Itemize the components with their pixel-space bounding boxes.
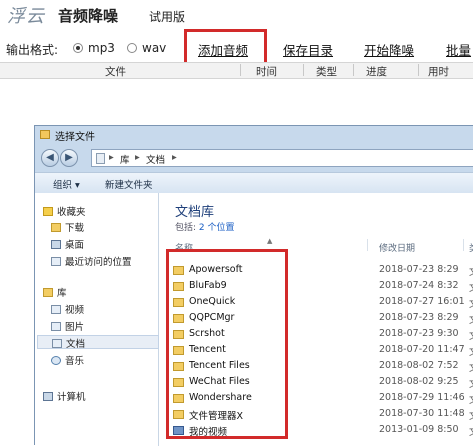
- video-icon: [51, 305, 61, 314]
- forward-button[interactable]: ▶: [60, 149, 78, 167]
- app-logo: 浮云: [7, 6, 45, 27]
- output-format-label: 输出格式:: [6, 43, 59, 57]
- breadcrumb-library[interactable]: 库: [120, 152, 130, 166]
- column-separator: [303, 64, 304, 76]
- library-icon: [96, 153, 105, 164]
- sort-up-icon: ▲: [267, 237, 273, 245]
- nav-libraries[interactable]: 库: [43, 285, 67, 299]
- batch-button[interactable]: 批量: [446, 40, 471, 59]
- nav-music[interactable]: 音乐: [51, 353, 84, 367]
- picture-icon: [51, 322, 61, 331]
- start-denoise-button[interactable]: 开始降噪: [364, 40, 414, 59]
- nav-videos[interactable]: 视频: [51, 302, 84, 316]
- wav-label[interactable]: wav: [142, 41, 166, 55]
- column-elapsed[interactable]: 用时: [428, 64, 449, 79]
- library-includes: 包括: 2 个位置: [175, 223, 235, 233]
- navigation-pane: 收藏夹 下载 桌面 最近访问的位置 库 视频 图片 文档 音乐 计算机: [35, 193, 159, 446]
- library-locations-link[interactable]: 2 个位置: [199, 223, 235, 233]
- back-button[interactable]: ◀: [41, 149, 59, 167]
- breadcrumb-documents[interactable]: 文档: [146, 152, 165, 166]
- folder-icon: [40, 130, 50, 139]
- library-title: 文档库: [175, 205, 215, 220]
- header-modified[interactable]: 修改日期: [379, 241, 415, 254]
- breadcrumb-arrow-icon: ▸: [172, 152, 177, 163]
- desktop-icon: [51, 240, 61, 249]
- mp3-radio[interactable]: [73, 43, 83, 53]
- header-separator: [463, 239, 464, 251]
- edition-label: 试用版: [149, 10, 186, 24]
- dialog-title-bar[interactable]: 选择文件: [35, 126, 473, 144]
- column-separator: [240, 64, 241, 76]
- nav-desktop[interactable]: 桌面: [51, 237, 84, 251]
- column-type[interactable]: 类型: [316, 64, 337, 79]
- recent-places-icon: [51, 257, 61, 266]
- download-folder-icon: [51, 223, 61, 232]
- document-icon: [52, 339, 62, 348]
- nav-pictures[interactable]: 图片: [51, 319, 84, 333]
- wav-radio[interactable]: [127, 43, 137, 53]
- header-type[interactable]: 类: [469, 241, 473, 254]
- nav-documents[interactable]: 文档: [37, 335, 159, 350]
- column-file[interactable]: 文件: [105, 64, 126, 79]
- highlight-file-list-box: [166, 249, 288, 439]
- nav-downloads[interactable]: 下载: [51, 220, 84, 234]
- dialog-title: 选择文件: [55, 132, 95, 143]
- column-time[interactable]: 时间: [256, 64, 277, 79]
- column-separator: [353, 64, 354, 76]
- music-icon: [51, 356, 61, 365]
- column-progress[interactable]: 进度: [366, 64, 387, 79]
- column-separator: [418, 64, 419, 76]
- organize-menu[interactable]: 组织 ▾: [53, 177, 80, 191]
- library-icon: [43, 288, 53, 297]
- new-folder-button[interactable]: 新建文件夹: [105, 177, 153, 191]
- nav-recent-places[interactable]: 最近访问的位置: [51, 254, 132, 268]
- breadcrumb-arrow-icon: ▸: [109, 152, 114, 163]
- star-icon: [43, 207, 53, 216]
- address-bar-row: ◀ ▶ ▸ 库 ▸ 文档 ▸: [35, 145, 473, 171]
- app-name: 音频降噪: [58, 7, 119, 25]
- nav-computer[interactable]: 计算机: [43, 389, 86, 403]
- computer-icon: [43, 392, 53, 401]
- save-directory-button[interactable]: 保存目录: [283, 40, 333, 59]
- breadcrumb-arrow-icon: ▸: [135, 152, 140, 163]
- nav-favorites[interactable]: 收藏夹: [43, 204, 86, 218]
- address-bar[interactable]: ▸ 库 ▸ 文档 ▸: [91, 149, 473, 167]
- mp3-label[interactable]: mp3: [88, 41, 115, 55]
- header-separator: [367, 239, 368, 251]
- file-list-header: 文件 时间 类型 进度 用时: [0, 62, 473, 79]
- command-bar: 组织 ▾ 新建文件夹: [35, 172, 473, 194]
